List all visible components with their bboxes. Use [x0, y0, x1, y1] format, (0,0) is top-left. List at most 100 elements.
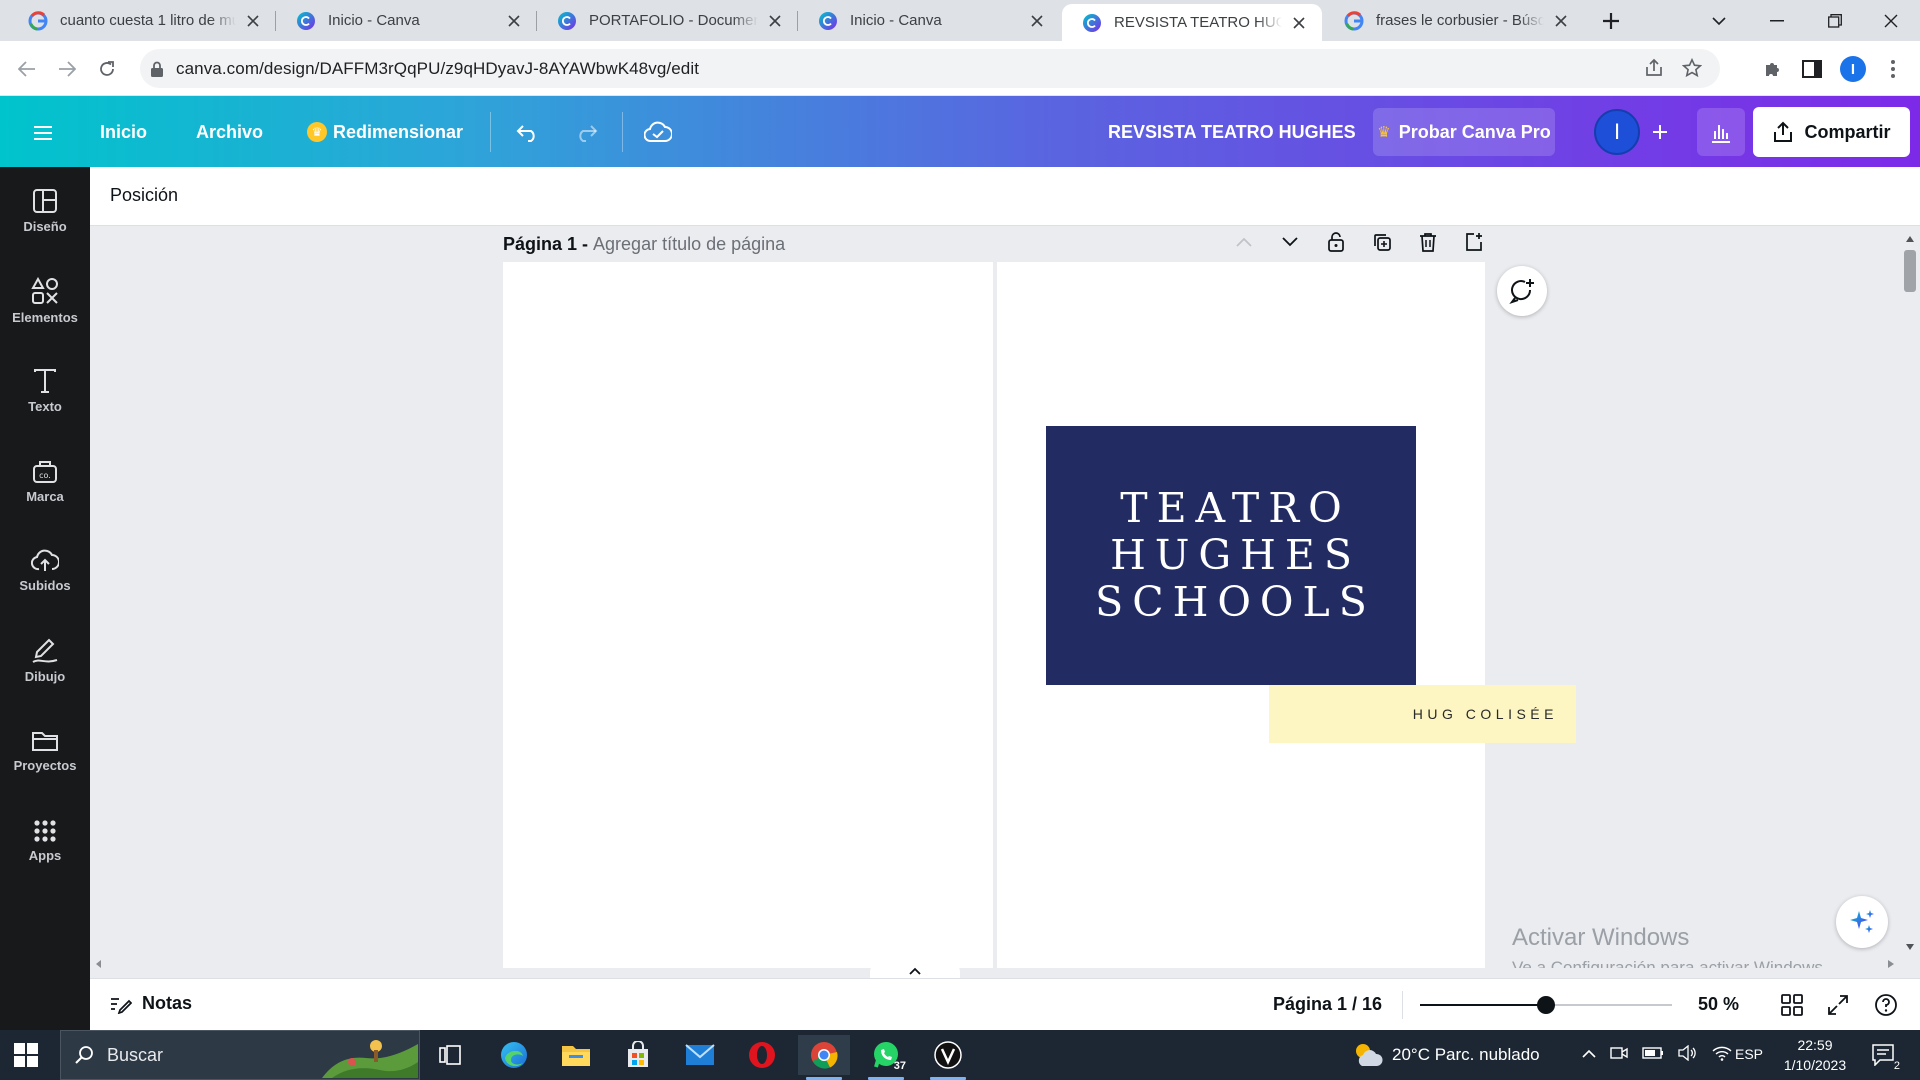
- close-tab-icon[interactable]: [242, 10, 264, 32]
- browser-menu-button[interactable]: [1878, 54, 1908, 84]
- browser-tab-2[interactable]: Inicio - Canva: [276, 0, 537, 41]
- help-circle-icon: [1875, 994, 1897, 1016]
- subtitle-ribbon[interactable]: HUG COLISÉE: [1269, 685, 1576, 743]
- volume-icon[interactable]: [1678, 1045, 1698, 1061]
- microsoft-store-app[interactable]: [612, 1035, 664, 1075]
- bookmark-star-icon[interactable]: [1682, 58, 1702, 78]
- share-button[interactable]: Compartir: [1753, 107, 1910, 157]
- side-panel-button[interactable]: [1797, 54, 1827, 84]
- delete-page-button[interactable]: [1414, 227, 1442, 257]
- browser-tab-5-active[interactable]: REVSISTA TEATRO HUGHES: [1062, 4, 1322, 41]
- close-tab-icon[interactable]: [1288, 12, 1310, 34]
- chrome-app[interactable]: [798, 1035, 850, 1080]
- forward-button[interactable]: [52, 54, 82, 84]
- position-button[interactable]: Posición: [110, 185, 178, 206]
- opera-app[interactable]: [736, 1035, 788, 1075]
- insights-button[interactable]: [1697, 108, 1745, 156]
- home-link[interactable]: Inicio: [100, 118, 147, 146]
- duplicate-page-button[interactable]: [1368, 227, 1396, 257]
- sidebar-item-uploads[interactable]: Subidos: [0, 531, 90, 611]
- sidebar-item-label: Proyectos: [13, 758, 77, 773]
- cover-title-box[interactable]: TEATRO HUGHES SCHOOLS: [1046, 426, 1416, 685]
- weather-widget[interactable]: 20°C Parc. nublado: [1352, 1030, 1540, 1080]
- move-page-down-button[interactable]: [1276, 227, 1304, 257]
- document-title[interactable]: REVSISTA TEATRO HUGHES: [1108, 118, 1356, 146]
- ribbon-text[interactable]: HUG COLISÉE: [1413, 706, 1558, 722]
- sidebar-item-projects[interactable]: Proyectos: [0, 711, 90, 791]
- cover-title-line-2[interactable]: HUGHES: [1101, 532, 1361, 579]
- restore-icon: [1828, 13, 1842, 28]
- file-explorer-app[interactable]: [550, 1035, 602, 1075]
- vectorworks-app[interactable]: [922, 1035, 974, 1080]
- battery-icon[interactable]: [1642, 1047, 1664, 1059]
- file-menu[interactable]: Archivo: [196, 118, 263, 146]
- close-tab-icon[interactable]: [503, 10, 525, 32]
- reload-button[interactable]: [92, 54, 122, 84]
- vertical-scrollbar[interactable]: [1900, 226, 1920, 968]
- try-canva-pro-button[interactable]: ♛ Probar Canva Pro: [1373, 108, 1555, 156]
- sidebar-item-elements[interactable]: Elementos: [0, 261, 90, 341]
- mail-app[interactable]: [674, 1035, 726, 1075]
- main-menu-button[interactable]: [28, 118, 58, 148]
- task-view-button[interactable]: [424, 1035, 476, 1075]
- save-status-button[interactable]: [643, 117, 673, 147]
- close-window-button[interactable]: [1862, 0, 1920, 41]
- user-avatar[interactable]: I: [1594, 109, 1640, 155]
- editor-canvas[interactable]: Página 1 - Agregar título de página TEAT…: [90, 226, 1900, 968]
- magic-assistant-button[interactable]: [1836, 896, 1888, 948]
- grid-view-button[interactable]: [1778, 991, 1806, 1019]
- tab-search-button[interactable]: [1690, 0, 1748, 41]
- back-button[interactable]: [12, 54, 42, 84]
- undo-button[interactable]: [513, 117, 543, 147]
- scrollbar-thumb[interactable]: [1904, 250, 1916, 292]
- system-clock[interactable]: 22:59 1/10/2023: [1770, 1035, 1860, 1075]
- page-spread[interactable]: TEATRO HUGHES SCHOOLS HUG COLISÉE: [503, 262, 1576, 968]
- profile-button[interactable]: I: [1838, 54, 1868, 84]
- camera-meet-icon[interactable]: [1610, 1045, 1628, 1061]
- wifi-icon[interactable]: [1712, 1045, 1732, 1061]
- zoom-slider[interactable]: [1420, 996, 1672, 1014]
- restore-window-button[interactable]: [1806, 0, 1864, 41]
- add-comment-button[interactable]: [1497, 266, 1547, 316]
- profile-avatar: I: [1840, 56, 1866, 82]
- cover-title-line-1[interactable]: TEATRO: [1111, 485, 1350, 532]
- browser-tab-6[interactable]: frases le corbusier - Búsqu: [1324, 0, 1584, 41]
- page-title-input[interactable]: Agregar título de página: [593, 234, 785, 255]
- browser-tab-1[interactable]: cuanto cuesta 1 litro de mu: [8, 0, 276, 41]
- cover-title-line-3[interactable]: SCHOOLS: [1086, 579, 1376, 626]
- edge-app[interactable]: [488, 1035, 540, 1075]
- input-language[interactable]: ESP: [1735, 1046, 1763, 1062]
- resize-button[interactable]: ♛ Redimensionar: [307, 118, 463, 146]
- notes-button[interactable]: Notas: [110, 993, 192, 1014]
- share-page-icon[interactable]: [1644, 58, 1664, 78]
- add-page-button[interactable]: [1460, 227, 1488, 257]
- horizontal-scrollbar[interactable]: [90, 958, 1900, 970]
- extensions-button[interactable]: [1758, 54, 1788, 84]
- browser-tab-4[interactable]: Inicio - Canva: [798, 0, 1060, 41]
- notification-center-button[interactable]: 2: [1864, 1042, 1904, 1072]
- redo-button[interactable]: [571, 117, 601, 147]
- fullscreen-button[interactable]: [1824, 991, 1852, 1019]
- browser-tab-3[interactable]: PORTAFOLIO - Documento: [537, 0, 798, 41]
- sidebar-item-text[interactable]: Texto: [0, 351, 90, 431]
- address-bar[interactable]: canva.com/design/DAFFM3rQqPU/z9qHDyavJ-8…: [140, 49, 1720, 88]
- sidebar-item-apps[interactable]: Apps: [0, 801, 90, 881]
- zoom-level[interactable]: 50 %: [1698, 994, 1739, 1015]
- sidebar-item-brand[interactable]: co. Marca: [0, 441, 90, 521]
- chevron-up-icon[interactable]: [1582, 1049, 1596, 1058]
- new-tab-button[interactable]: [1596, 9, 1626, 33]
- help-button[interactable]: [1872, 991, 1900, 1019]
- start-button[interactable]: [14, 1043, 38, 1067]
- close-tab-icon[interactable]: [764, 10, 786, 32]
- sidebar-item-draw[interactable]: Dibujo: [0, 621, 90, 701]
- close-tab-icon[interactable]: [1026, 10, 1048, 32]
- zoom-slider-handle[interactable]: [1537, 996, 1555, 1014]
- sidebar-item-design[interactable]: Diseño: [0, 171, 90, 251]
- lock-page-button[interactable]: [1322, 227, 1350, 257]
- close-tab-icon[interactable]: [1550, 10, 1572, 32]
- whatsapp-app[interactable]: 37: [860, 1035, 912, 1080]
- minimize-window-button[interactable]: [1748, 0, 1806, 41]
- move-page-up-button[interactable]: [1230, 227, 1258, 257]
- invite-button[interactable]: [1643, 115, 1677, 149]
- page-indicator[interactable]: Página 1 / 16: [1273, 994, 1382, 1015]
